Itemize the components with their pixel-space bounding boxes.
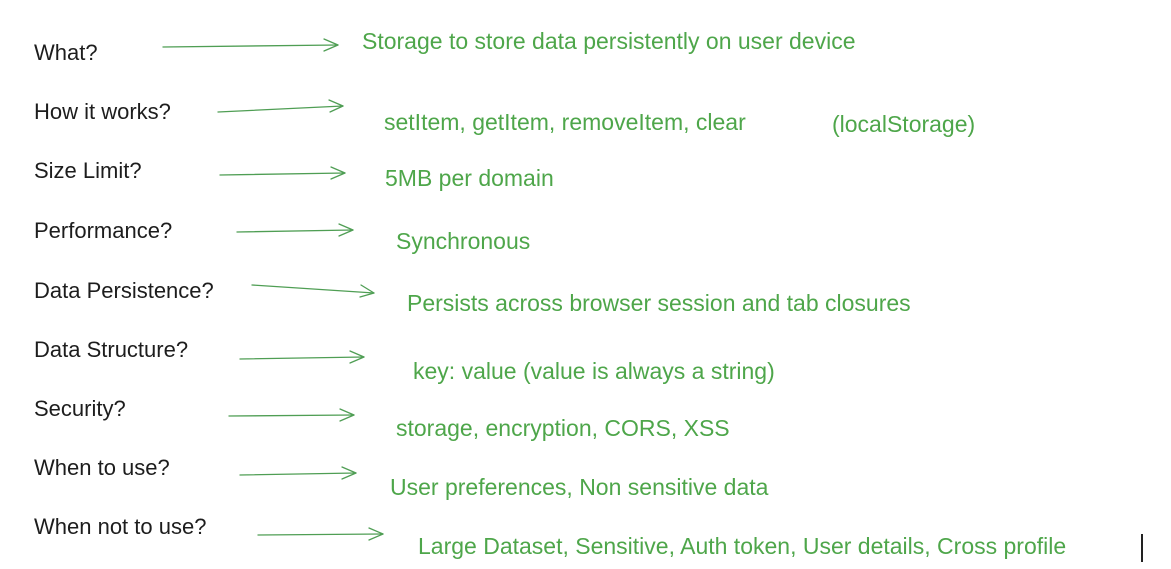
answer-when-not-to-use: Large Dataset, Sensitive, Auth token, Us… <box>418 533 1067 559</box>
answer-data-persistence: Persists across browser session and tab … <box>407 290 911 316</box>
answer-security: storage, encryption, CORS, XSS <box>396 415 730 441</box>
arrow-when-to-use <box>239 466 357 480</box>
question-performance: Performance? <box>34 218 173 243</box>
arrow-when-not-to-use <box>257 527 384 541</box>
arrow-performance <box>236 223 354 237</box>
arrow-security <box>228 408 355 422</box>
text-cursor <box>1141 534 1143 562</box>
answer-size-limit: 5MB per domain <box>385 165 554 191</box>
question-how-it-works: How it works? <box>34 99 171 124</box>
question-when-to-use: When to use? <box>34 455 170 480</box>
answer-what: Storage to store data persistently on us… <box>362 28 856 54</box>
arrow-data-structure <box>239 350 365 364</box>
arrow-what <box>162 38 339 52</box>
answer-performance: Synchronous <box>396 228 531 254</box>
question-data-structure: Data Structure? <box>34 337 189 362</box>
question-when-not-to-use: When not to use? <box>34 514 207 539</box>
arrow-size-limit <box>219 166 346 180</box>
localstorage-notes-diagram: What? How it works? Size Limit? Performa… <box>0 0 1171 569</box>
answer-data-structure: key: value (value is always a string) <box>413 358 775 384</box>
arrow-data-persistence <box>251 284 375 298</box>
question-size-limit: Size Limit? <box>34 158 142 183</box>
question-what: What? <box>34 40 98 65</box>
arrow-how-it-works <box>217 99 344 113</box>
question-security: Security? <box>34 396 126 421</box>
question-data-persistence: Data Persistence? <box>34 278 214 303</box>
answer-how-it-works: setItem, getItem, removeItem, clear <box>384 109 746 135</box>
answer-how-it-works-note: (localStorage) <box>832 111 976 137</box>
answer-when-to-use: User preferences, Non sensitive data <box>390 474 769 500</box>
